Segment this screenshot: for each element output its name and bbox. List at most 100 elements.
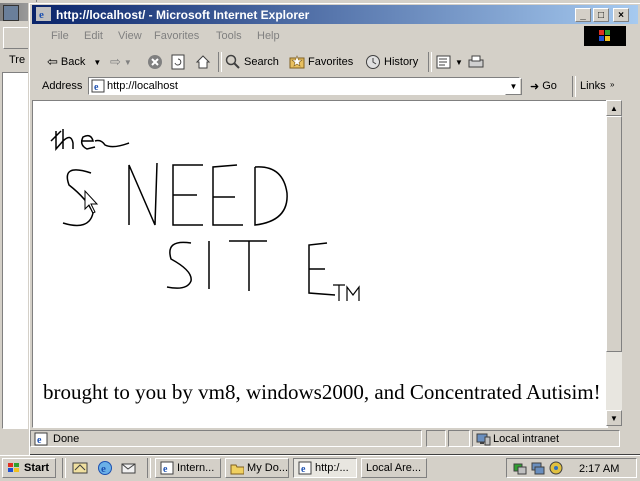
mail-dropdown-icon: ▼	[455, 57, 463, 67]
handwritten-the	[50, 129, 130, 151]
task-button-internet[interactable]: e Intern...	[155, 458, 221, 478]
mouse-cursor-icon	[84, 189, 99, 214]
ie-icon: e	[160, 461, 174, 475]
back-dropdown-icon[interactable]: ▼	[93, 58, 101, 67]
start-button[interactable]: Start	[2, 458, 56, 478]
back-button[interactable]: ⇦ Back ▼	[47, 54, 101, 70]
history-button[interactable]: History	[365, 54, 418, 70]
chevron-down-icon: ▼	[509, 82, 518, 91]
home-icon	[195, 55, 211, 69]
address-label: Address	[42, 80, 83, 92]
history-label: History	[384, 56, 419, 68]
search-label: Search	[244, 56, 279, 68]
folder-icon	[230, 464, 245, 474]
stop-icon	[148, 55, 162, 69]
menu-tools[interactable]: Tools	[216, 30, 242, 42]
window-title: http://localhost/ - Microsoft Internet E…	[56, 8, 310, 22]
stop-button[interactable]	[147, 54, 163, 70]
home-button[interactable]	[195, 54, 211, 70]
vertical-scrollbar[interactable]: ▲ ▼	[606, 100, 622, 426]
task-label: My Do...	[247, 462, 288, 474]
status-panel	[448, 430, 470, 447]
mail-button[interactable]: ▼	[436, 54, 463, 70]
address-dropdown-button[interactable]: ▼	[505, 78, 522, 95]
handwritten-logo	[50, 129, 360, 301]
go-button[interactable]: ➜ Go	[530, 80, 557, 93]
standard-toolbar: ⇦ Back ▼ ⇨ ▼ Search Favorites History ▼	[32, 49, 638, 75]
favorites-icon	[289, 55, 305, 69]
back-arrow-icon: ⇦	[47, 54, 58, 69]
svg-text:e: e	[101, 463, 106, 475]
status-panel	[426, 430, 446, 447]
system-tray: 2:17 AM	[506, 458, 637, 478]
windows-logo-icon	[584, 26, 626, 46]
task-button-local-area[interactable]: Local Are...	[361, 458, 427, 478]
minimize-button[interactable]: _	[575, 8, 591, 22]
menu-help[interactable]: Help	[257, 30, 280, 42]
forward-arrow-icon: ⇨	[110, 54, 121, 69]
background-tree-label: Tre	[9, 54, 26, 66]
title-bar[interactable]: e http://localhost/ - Microsoft Internet…	[32, 5, 638, 24]
task-button-my-documents[interactable]: My Do...	[225, 458, 289, 478]
forward-dropdown-icon: ▼	[123, 57, 132, 67]
search-icon	[225, 54, 240, 69]
links-button[interactable]: Links	[580, 80, 606, 92]
go-label: Go	[542, 80, 557, 92]
taskbar-separator	[62, 458, 66, 478]
menu-bar: File Edit View Favorites Tools Help	[32, 26, 638, 47]
show-desktop-icon[interactable]	[72, 460, 88, 479]
network-connections-icon[interactable]	[531, 461, 545, 478]
page-footer-text: brought to you by vm8, windows2000, and …	[43, 380, 601, 404]
task-label: Local Are...	[366, 462, 422, 474]
ie-icon: e	[298, 461, 312, 475]
refresh-button[interactable]	[171, 54, 185, 70]
address-url: http://localhost	[107, 80, 178, 92]
ie-quicklaunch-icon[interactable]: e	[97, 460, 113, 479]
toolbar-separator	[428, 52, 432, 72]
favorites-button[interactable]: Favorites	[289, 54, 353, 70]
svg-text:e: e	[301, 464, 306, 475]
refresh-icon	[171, 54, 185, 70]
scroll-thumb[interactable]	[606, 116, 622, 352]
menu-favorites[interactable]: Favorites	[154, 30, 199, 42]
toolbar-separator	[218, 52, 222, 72]
start-label: Start	[24, 462, 50, 474]
scroll-down-button[interactable]: ▼	[606, 410, 622, 426]
svg-text:e: e	[163, 464, 168, 475]
status-main-panel: e Done	[30, 430, 422, 447]
svg-text:e: e	[37, 435, 42, 446]
handwritten-trademark	[333, 284, 360, 301]
forward-button[interactable]: ⇨ ▼	[110, 54, 132, 70]
back-label: Back	[60, 56, 86, 68]
network-tray-icon[interactable]	[513, 461, 527, 478]
intranet-icon	[476, 433, 491, 446]
ie-logo-icon: e	[36, 7, 51, 21]
go-arrow-icon: ➜	[530, 81, 540, 93]
menu-file[interactable]: File	[51, 30, 69, 42]
status-text: Done	[53, 433, 80, 445]
history-icon	[366, 55, 380, 69]
page-icon: e	[34, 432, 48, 446]
page-icon: e	[91, 79, 105, 93]
status-bar: e Done Local intranet	[30, 430, 622, 449]
close-button[interactable]: ×	[613, 8, 629, 22]
search-button[interactable]: Search	[225, 54, 279, 70]
favorites-label: Favorites	[308, 56, 354, 68]
task-button-http-active[interactable]: e http:/...	[293, 458, 357, 478]
links-chevron-icon[interactable]: »	[610, 80, 614, 89]
handwritten-sneed	[62, 162, 288, 227]
maximize-button[interactable]: □	[593, 8, 609, 22]
menu-edit[interactable]: Edit	[84, 30, 103, 42]
scroll-up-button[interactable]: ▲	[606, 100, 622, 116]
print-button[interactable]	[468, 54, 484, 70]
mail-icon	[436, 55, 451, 69]
taskbar-clock[interactable]: 2:17 AM	[579, 463, 619, 475]
menu-view[interactable]: View	[118, 30, 142, 42]
vmware-tray-icon[interactable]	[549, 461, 563, 478]
svg-text:e: e	[39, 9, 44, 21]
address-input[interactable]: e http://localhost	[88, 77, 520, 95]
zone-text: Local intranet	[493, 433, 560, 445]
outlook-quicklaunch-icon[interactable]	[121, 460, 137, 479]
task-label: http:/...	[315, 462, 349, 474]
svg-text:e: e	[94, 82, 99, 93]
